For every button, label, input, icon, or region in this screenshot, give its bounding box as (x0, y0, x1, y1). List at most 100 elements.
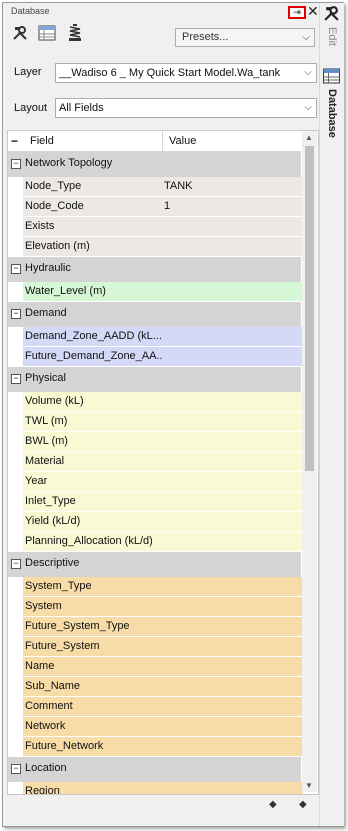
grid-row[interactable]: Future_System (8, 637, 303, 657)
tab-edit[interactable]: Edit (326, 27, 338, 46)
grid-row[interactable]: Planning_Allocation (kL/d) (8, 532, 303, 552)
value-cell[interactable] (162, 237, 303, 257)
value-cell[interactable] (162, 472, 303, 492)
layout-select[interactable]: All Fields ⌵ (55, 98, 317, 118)
tab-database[interactable]: Database (326, 89, 338, 138)
value-cell[interactable] (162, 737, 303, 757)
collapse-group-icon[interactable]: − (11, 559, 21, 569)
group-header[interactable]: − Physical (8, 367, 301, 392)
value-cell[interactable] (162, 282, 303, 302)
grid-row[interactable]: Region (8, 782, 303, 794)
grid-row[interactable]: Elevation (m) (8, 237, 303, 257)
column-divider[interactable] (162, 131, 163, 151)
collapse-group-icon[interactable]: − (11, 309, 21, 319)
value-cell[interactable] (162, 637, 303, 657)
collapse-all-button[interactable]: − (11, 134, 18, 148)
value-cell[interactable] (162, 347, 303, 367)
spring-icon[interactable] (66, 24, 84, 42)
presets-label: Presets... (182, 31, 229, 43)
chevron-down-icon: ⌵ (304, 102, 312, 113)
grid-row[interactable]: Name (8, 657, 303, 677)
value-cell[interactable] (162, 782, 303, 794)
field-cell: Yield (kL/d) (23, 512, 164, 532)
row-gutter (8, 412, 23, 432)
value-cell[interactable]: 1 (162, 197, 303, 217)
grid-row[interactable]: TWL (m) (8, 412, 303, 432)
collapse-group-icon[interactable]: − (11, 764, 21, 774)
grid-row[interactable]: System_Type (8, 577, 303, 597)
group-header[interactable]: − Network Topology (8, 152, 301, 177)
grid-row[interactable]: Water_Level (m) (8, 282, 303, 302)
value-cell[interactable] (162, 412, 303, 432)
grid-row[interactable]: Material (8, 452, 303, 472)
close-icon[interactable]: ✕ (307, 3, 319, 20)
grid-row[interactable]: Volume (kL) (8, 392, 303, 412)
group-header[interactable]: − Demand (8, 302, 301, 327)
grid-row[interactable]: Demand_Zone_AADD (kL... (8, 327, 303, 347)
value-cell[interactable] (162, 597, 303, 617)
grid-row[interactable]: Future_Network (8, 737, 303, 757)
value-cell[interactable] (162, 677, 303, 697)
value-cell[interactable] (162, 392, 303, 412)
chevron-down-icon: ⌵ (302, 32, 310, 43)
grid-row[interactable]: Year (8, 472, 303, 492)
collapse-group-icon[interactable]: − (11, 159, 21, 169)
grid-row[interactable]: Yield (kL/d) (8, 512, 303, 532)
database-tab-icon[interactable] (322, 68, 341, 87)
value-cell[interactable] (162, 217, 303, 237)
grid-row[interactable]: Node_Code 1 (8, 197, 303, 217)
database-window: Database ⇥ ✕ Presets... ⌵ Layer __Wadiso… (2, 2, 344, 827)
field-cell: System_Type (23, 577, 164, 597)
next-arrow-icon[interactable]: ◆ (299, 799, 307, 810)
row-gutter (8, 327, 23, 347)
layer-select[interactable]: __Wadiso 6 _ My Quick Start Model.Wa_tan… (55, 63, 317, 83)
value-cell[interactable] (162, 512, 303, 532)
collapse-group-icon[interactable]: − (11, 374, 21, 384)
grid-row[interactable]: Node_Type TANK (8, 177, 303, 197)
value-cell[interactable] (162, 452, 303, 472)
field-cell: Demand_Zone_AADD (kL... (23, 327, 164, 347)
value-cell[interactable] (162, 717, 303, 737)
row-gutter (8, 597, 23, 617)
value-cell[interactable]: TANK (162, 177, 303, 197)
panel-title: Database (11, 6, 50, 16)
grid-header: − Field Value (8, 131, 301, 152)
value-cell[interactable] (162, 617, 303, 637)
tools-icon[interactable] (11, 24, 29, 42)
value-cell[interactable] (162, 432, 303, 452)
grid-row[interactable]: Future_Demand_Zone_AA... (8, 347, 303, 367)
grid-row[interactable]: Network (8, 717, 303, 737)
grid-row[interactable]: Comment (8, 697, 303, 717)
layout-value: All Fields (59, 102, 104, 114)
scroll-thumb[interactable] (305, 146, 314, 471)
previous-arrow-icon[interactable]: ◆ (269, 799, 277, 810)
scroll-down-icon[interactable]: ▼ (305, 781, 313, 790)
collapse-group-icon[interactable]: − (11, 264, 21, 274)
value-cell[interactable] (162, 577, 303, 597)
group-name: Demand (25, 307, 67, 319)
edit-tools-icon[interactable] (323, 5, 340, 25)
group-name: Descriptive (25, 557, 80, 569)
group-header[interactable]: − Descriptive (8, 552, 301, 577)
vertical-scrollbar[interactable]: ▲ ▼ (302, 131, 317, 792)
value-cell[interactable] (162, 532, 303, 552)
grid-row[interactable]: Exists (8, 217, 303, 237)
grid-row[interactable]: System (8, 597, 303, 617)
grid-row[interactable]: Future_System_Type (8, 617, 303, 637)
value-cell[interactable] (162, 327, 303, 347)
grid-row[interactable]: BWL (m) (8, 432, 303, 452)
value-cell[interactable] (162, 657, 303, 677)
table-icon[interactable] (38, 24, 56, 42)
value-cell[interactable] (162, 492, 303, 512)
scroll-up-icon[interactable]: ▲ (305, 133, 313, 142)
value-cell[interactable] (162, 697, 303, 717)
grid-row[interactable]: Sub_Name (8, 677, 303, 697)
grid-row[interactable]: Inlet_Type (8, 492, 303, 512)
group-header[interactable]: − Location (8, 757, 301, 782)
field-column-header[interactable]: Field (30, 135, 54, 147)
pin-icon[interactable]: ⇥ (288, 6, 306, 19)
row-gutter (8, 392, 23, 412)
value-column-header[interactable]: Value (169, 135, 196, 147)
group-header[interactable]: − Hydraulic (8, 257, 301, 282)
presets-dropdown[interactable]: Presets... ⌵ (175, 28, 315, 47)
